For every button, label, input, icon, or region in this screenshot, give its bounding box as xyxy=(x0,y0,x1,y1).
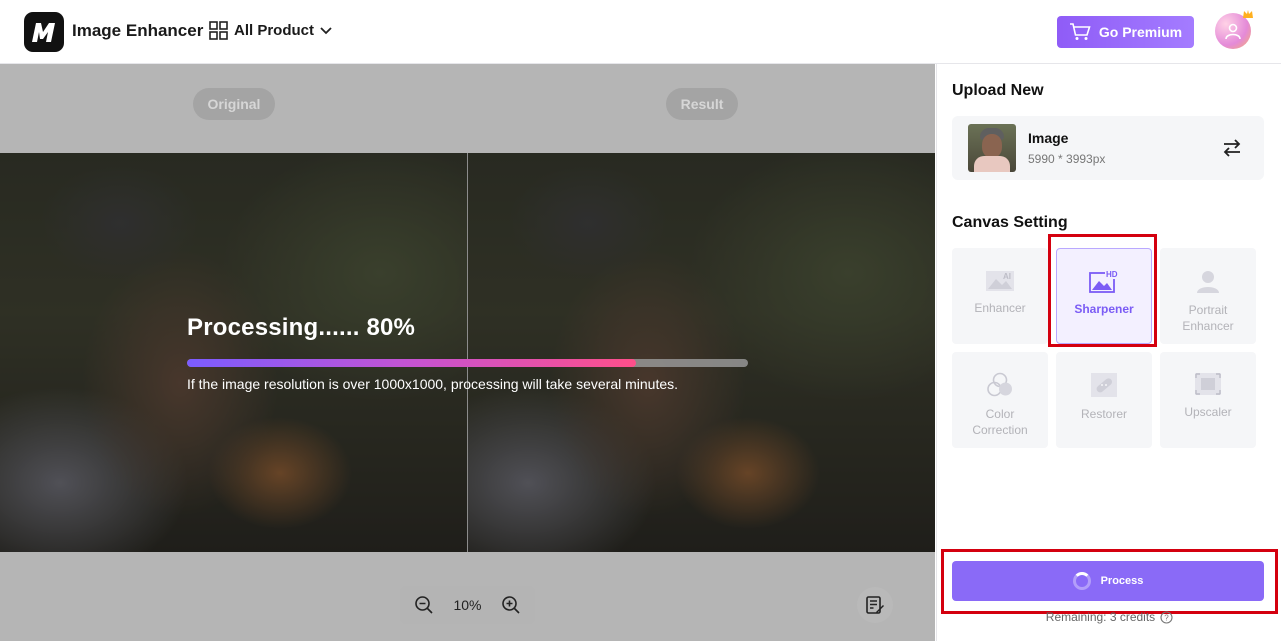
crown-icon xyxy=(1243,10,1253,18)
app-title: Image Enhancer xyxy=(72,21,204,40)
all-product-label: All Product xyxy=(234,22,315,39)
tool-color-correction-label: Color Correction xyxy=(972,407,1028,437)
restorer-icon xyxy=(1091,373,1117,397)
tool-restorer[interactable]: Restorer xyxy=(1056,352,1152,448)
tool-sharpener-label: Sharpener xyxy=(1074,302,1134,316)
svg-text:HD: HD xyxy=(1106,270,1118,279)
process-label: Process xyxy=(1100,575,1144,587)
preview-canvas: Original Result Processing...... 80% If … xyxy=(0,64,935,641)
zoom-level: 10% xyxy=(453,597,482,613)
chevron-down-icon xyxy=(320,26,332,34)
compare-divider[interactable] xyxy=(467,153,468,552)
top-bar: Image Enhancer All Product Go Premium xyxy=(0,0,1281,64)
remaining-credits-text: Remaining: 3 credits xyxy=(1045,610,1156,624)
tool-color-correction[interactable]: Color Correction xyxy=(952,352,1048,448)
tool-enhancer[interactable]: AI Enhancer xyxy=(952,248,1048,344)
user-icon xyxy=(1225,23,1241,40)
loading-spinner-icon xyxy=(1072,572,1091,590)
tool-restorer-label: Restorer xyxy=(1080,407,1127,421)
svg-text:?: ? xyxy=(1164,613,1169,622)
tool-enhancer-label: Enhancer xyxy=(974,301,1026,315)
replace-image-icon[interactable] xyxy=(1220,136,1244,160)
user-avatar[interactable] xyxy=(1215,10,1253,49)
image-name: Image xyxy=(1028,130,1069,146)
svg-text:AI: AI xyxy=(1003,272,1011,281)
all-product-menu[interactable]: All Product xyxy=(209,21,332,40)
canvas-setting-title: Canvas Setting xyxy=(952,214,1068,231)
grid-icon xyxy=(209,21,228,40)
app-logo[interactable] xyxy=(24,12,64,52)
processing-status: Processing...... 80% xyxy=(187,314,416,341)
settings-sidebar: Upload New Image 5990 * 3993px Canvas Se… xyxy=(936,64,1281,641)
remaining-credits: Remaining: 3 credits ? xyxy=(937,610,1281,624)
tool-upscaler[interactable]: Upscaler xyxy=(1160,352,1256,448)
original-image xyxy=(0,153,467,552)
image-dimensions: 5990 * 3993px xyxy=(1028,152,1106,166)
feedback-button[interactable] xyxy=(857,587,893,623)
cart-icon xyxy=(1069,23,1091,40)
zoom-in-icon[interactable] xyxy=(501,595,521,615)
processing-hint: If the image resolution is over 1000x100… xyxy=(187,376,679,392)
tool-portrait-enhancer-label: Portrait Enhancer xyxy=(1182,303,1234,333)
upload-new-title: Upload New xyxy=(952,82,1044,99)
tool-portrait-enhancer[interactable]: Portrait Enhancer xyxy=(1160,248,1256,344)
zoom-out-icon[interactable] xyxy=(414,595,434,615)
upscaler-icon xyxy=(1195,373,1221,395)
tool-upscaler-label: Upscaler xyxy=(1184,405,1232,419)
image-thumbnail xyxy=(968,124,1016,172)
process-button[interactable]: Process xyxy=(952,561,1264,601)
edit-notes-icon xyxy=(866,596,884,614)
logo-mark-icon xyxy=(32,23,55,42)
original-label: Original xyxy=(193,88,275,120)
processing-overlay: Processing...... 80% If the image resolu… xyxy=(187,314,749,392)
result-label: Result xyxy=(666,88,738,120)
go-premium-label: Go Premium xyxy=(1098,24,1183,40)
uploaded-image-card: Image 5990 * 3993px xyxy=(952,116,1264,180)
enhancer-ai-icon: AI xyxy=(986,271,1014,291)
zoom-controls: 10% xyxy=(400,586,535,624)
progress-bar xyxy=(187,359,748,367)
progress-fill xyxy=(187,359,636,367)
go-premium-button[interactable]: Go Premium xyxy=(1057,16,1194,48)
tool-sharpener[interactable]: HD Sharpener xyxy=(1056,248,1152,344)
portrait-icon xyxy=(1197,271,1219,293)
help-icon[interactable]: ? xyxy=(1160,610,1173,624)
sharpener-hd-icon: HD xyxy=(1089,269,1119,293)
color-correction-icon xyxy=(987,372,1012,397)
result-image xyxy=(468,153,935,552)
